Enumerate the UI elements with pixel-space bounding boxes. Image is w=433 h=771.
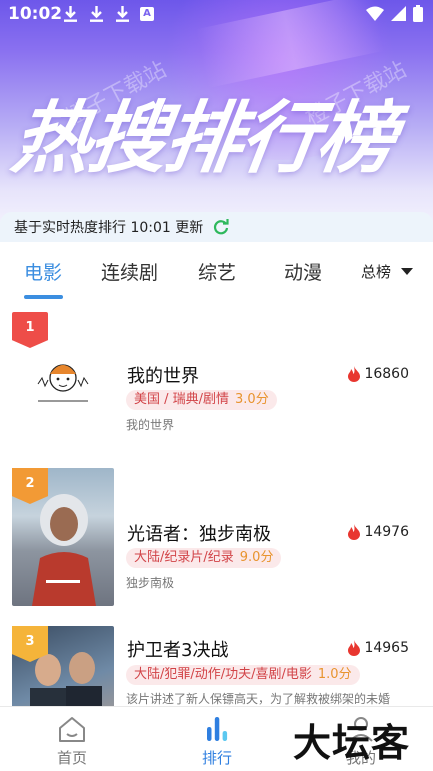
status-time: 10:02 bbox=[8, 4, 63, 24]
heat-count: 14965 bbox=[347, 640, 409, 656]
download-icon bbox=[88, 5, 105, 23]
notification-icons: A bbox=[62, 5, 154, 23]
item-title: 我的世界 bbox=[127, 366, 199, 387]
genre-text: 美国 / 瑞典/剧情 bbox=[134, 392, 230, 407]
update-text: 基于实时热度排行 10:01 更新 bbox=[14, 220, 204, 236]
fire-icon bbox=[348, 524, 361, 540]
tab-variety[interactable]: 综艺 bbox=[198, 258, 236, 285]
wifi-icon bbox=[366, 6, 384, 21]
heat-value: 14976 bbox=[364, 524, 409, 540]
nav-home-label: 首页 bbox=[56, 749, 87, 767]
tab-series[interactable]: 连续剧 bbox=[101, 258, 158, 285]
item-title: 光语者：独步南极 bbox=[127, 524, 271, 545]
heat-value: 14965 bbox=[364, 640, 409, 656]
genre-tag: 美国 / 瑞典/剧情 3.0分 bbox=[126, 390, 277, 410]
hero-title: 热搜排行榜 bbox=[6, 94, 400, 184]
item-description: 该片讲述了新人保镖高天，为了解救被绑架的未婚 bbox=[126, 692, 391, 706]
nav-ranking[interactable]: 排行 bbox=[182, 715, 252, 768]
genre-tag: 大陆/犯罪/动作/功夫/喜剧/电影 1.0分 bbox=[126, 665, 360, 685]
system-icons bbox=[366, 5, 423, 22]
heat-count: 14976 bbox=[347, 524, 409, 540]
download-icon bbox=[62, 5, 79, 23]
status-bar: 10:02 A bbox=[0, 0, 433, 30]
item-description: 独步南极 bbox=[126, 576, 175, 590]
tab-anime[interactable]: 动漫 bbox=[284, 258, 322, 285]
app-notification-icon: A bbox=[140, 7, 154, 21]
refresh-icon[interactable] bbox=[213, 219, 229, 235]
signal-icon bbox=[391, 6, 406, 21]
genre-text: 大陆/纪录片/纪录 bbox=[134, 550, 234, 565]
brand-watermark-logo: 大坛客 bbox=[293, 721, 411, 765]
ranking-list: 1 我的世界 16860 美国 / 瑞典/剧情 3.0分 我的世界 2 光语者：… bbox=[0, 302, 433, 706]
item-description: 我的世界 bbox=[126, 418, 175, 432]
chart-icon bbox=[207, 717, 228, 741]
update-info-bar: 基于实时热度排行 10:01 更新 bbox=[0, 212, 433, 242]
active-tab-indicator bbox=[24, 295, 63, 299]
ranking-filter-dropdown[interactable]: 总榜 bbox=[361, 261, 414, 282]
score-badge: 1.0分 bbox=[317, 667, 352, 682]
hero-banner: 10:02 A 橙子下载站 橙子下载站 热搜排行榜 bbox=[0, 0, 433, 232]
battery-icon bbox=[413, 5, 423, 22]
chevron-down-icon bbox=[401, 268, 414, 275]
home-icon bbox=[59, 717, 85, 742]
fire-icon bbox=[348, 366, 361, 382]
nav-ranking-label: 排行 bbox=[201, 749, 232, 767]
score-badge: 3.0分 bbox=[235, 392, 269, 407]
tab-movie[interactable]: 电影 bbox=[24, 258, 62, 285]
item-title: 护卫者3决战 bbox=[127, 640, 229, 661]
genre-tag: 大陆/纪录片/纪录 9.0分 bbox=[126, 548, 282, 568]
heat-count: 16860 bbox=[347, 366, 409, 382]
heat-value: 16860 bbox=[364, 366, 409, 382]
category-tabs: 电影 连续剧 综艺 动漫 总榜 bbox=[0, 242, 433, 302]
nav-home[interactable]: 首页 bbox=[37, 715, 107, 768]
score-badge: 9.0分 bbox=[239, 550, 274, 565]
filter-label: 总榜 bbox=[361, 263, 392, 281]
genre-text: 大陆/犯罪/动作/功夫/喜剧/电影 bbox=[134, 667, 312, 682]
download-icon bbox=[114, 5, 131, 23]
fire-icon bbox=[348, 640, 361, 656]
